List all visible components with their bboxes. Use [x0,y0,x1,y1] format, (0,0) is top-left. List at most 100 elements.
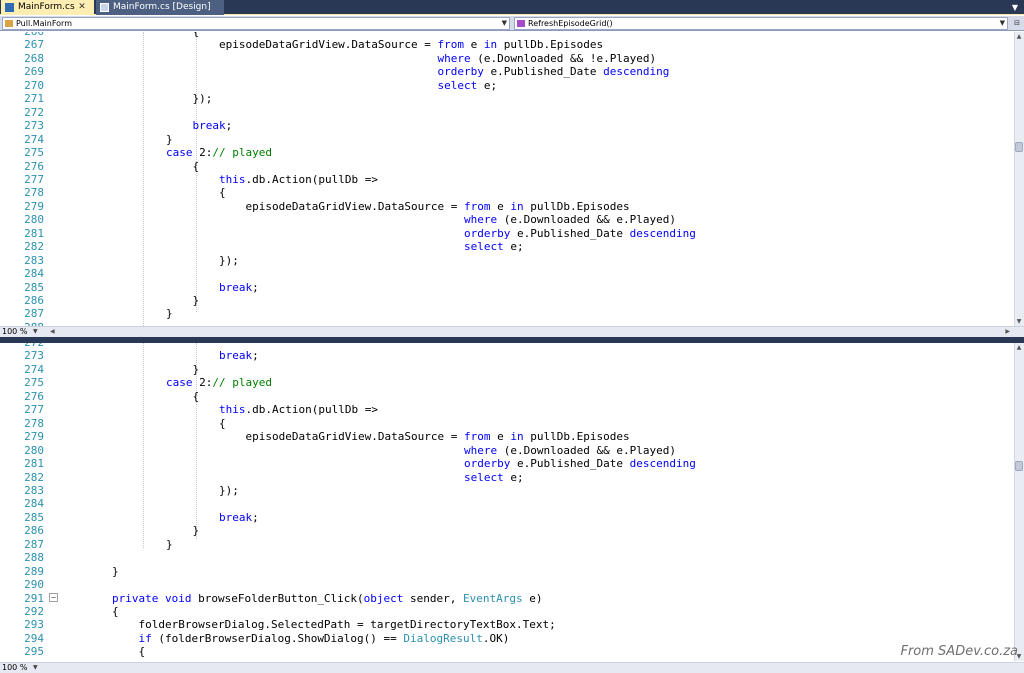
code-line[interactable]: } [166,133,173,147]
code-line[interactable]: { [166,417,226,431]
member-selector-dropdown[interactable]: RefreshEpisodeGrid() ▼ [514,17,1008,30]
code-line[interactable]: }); [166,92,212,106]
line-number: 295 [24,645,44,659]
line-number: 273 [24,349,44,363]
line-number: 282 [24,240,44,254]
tab-mainform-cs[interactable]: MainForm.cs ✕ [1,0,94,15]
collapse-region-icon[interactable]: − [49,593,58,602]
code-line[interactable]: }); [166,254,239,268]
code-line[interactable]: } [166,524,199,538]
scroll-right-icon[interactable]: ▶ [1005,327,1010,337]
code-line[interactable]: { [166,186,226,200]
line-number: 268 [24,51,44,65]
scrollbar-thumb[interactable] [1015,142,1023,152]
chevron-down-icon[interactable]: ▼ [33,663,38,673]
editor-status-bar-bottom: 100 % ▼ [0,662,1024,673]
document-tab-strip: MainForm.cs ✕ MainForm.cs [Design] ▼ [0,0,1024,15]
code-line[interactable]: case 2:// played [166,146,272,160]
line-number: 283 [24,253,44,267]
code-line[interactable]: where (e.Downloaded && !e.Played) [166,52,657,66]
vertical-scrollbar-bottom[interactable]: ▲ ▼ [1014,343,1024,661]
close-icon[interactable]: ✕ [75,0,89,14]
line-number: 282 [24,470,44,484]
code-editor-top-pane[interactable]: 266 {267 episodeDataGridView.DataSource … [0,32,1024,326]
code-line[interactable]: { [166,160,199,174]
zoom-level[interactable]: 100 % [2,663,27,673]
code-line[interactable]: } [166,538,173,552]
line-number: 276 [24,389,44,403]
code-line[interactable]: if (folderBrowserDialog.ShowDialog() == … [112,632,510,646]
code-line[interactable]: private void browseFolderButton_Click(ob… [112,592,543,606]
code-line[interactable]: break; [166,281,259,295]
code-line[interactable]: } [112,565,119,579]
line-number: 274 [24,132,44,146]
line-number: 281 [24,226,44,240]
code-line[interactable]: }); [166,484,239,498]
code-line[interactable]: where (e.Downloaded && e.Played) [166,213,676,227]
form-design-icon [100,3,109,12]
code-line[interactable]: orderby e.Published_Date descending [166,65,670,79]
code-line[interactable]: select e; [166,240,524,254]
vertical-scrollbar-top[interactable]: ▲ ▼ [1014,32,1024,326]
code-line[interactable]: this.db.Action(pullDb => [166,173,378,187]
tab-label: MainForm.cs [18,2,75,12]
code-line[interactable]: } [166,294,199,308]
line-number: 284 [24,497,44,511]
code-line[interactable]: folderBrowserDialog.SelectedPath = targe… [112,618,555,632]
scroll-up-icon[interactable]: ▲ [1014,32,1024,41]
line-number: 283 [24,483,44,497]
line-number: 284 [24,267,44,281]
scroll-up-icon[interactable]: ▲ [1014,343,1024,352]
scroll-down-icon[interactable]: ▼ [1014,317,1024,326]
line-number: 276 [24,159,44,173]
line-number: 280 [24,443,44,457]
line-number: 287 [24,537,44,551]
line-number: 291 [24,591,44,605]
editor-status-bar-top: 100 % ▼ ◀ ▶ [0,326,1024,337]
chevron-down-icon[interactable]: ▼ [33,327,38,337]
code-line[interactable]: } [166,363,199,377]
split-view-icon[interactable]: ⊟ [1012,17,1022,30]
scroll-left-icon[interactable]: ◀ [50,327,55,337]
code-line[interactable]: { [112,605,119,619]
line-number: 279 [24,430,44,444]
type-selector-dropdown[interactable]: Pull.MainForm ▼ [2,17,510,30]
class-icon [5,20,13,27]
code-line[interactable]: select e; [166,471,524,485]
code-line[interactable]: episodeDataGridView.DataSource = from e … [166,38,603,52]
code-line[interactable]: { [112,645,145,659]
code-line[interactable]: break; [166,349,259,363]
code-line[interactable]: where (e.Downloaded && e.Played) [166,444,676,458]
line-number: 279 [24,199,44,213]
code-line[interactable]: break; [166,119,233,133]
line-number: 285 [24,510,44,524]
code-line[interactable]: episodeDataGridView.DataSource = from e … [166,430,629,444]
line-number: 286 [24,524,44,538]
change-tracking-margin [47,343,51,661]
zoom-level[interactable]: 100 % [2,327,27,337]
change-tracking-margin [47,32,51,326]
line-number: 285 [24,280,44,294]
code-line[interactable]: orderby e.Published_Date descending [166,227,696,241]
line-number: 290 [24,578,44,592]
tab-list-dropdown-icon[interactable]: ▼ [1010,0,1020,15]
code-line[interactable]: case 2:// played [166,376,272,390]
indent-guide [143,343,144,548]
line-number: 281 [24,457,44,471]
code-line[interactable]: targetDirectoryTextBox.Text = folderBrow… [112,659,582,661]
code-line[interactable]: this.db.Action(pullDb => [166,403,378,417]
tab-label: MainForm.cs [Design] [113,2,211,12]
code-line[interactable]: select e; [166,79,498,93]
scrollbar-thumb[interactable] [1015,461,1023,471]
code-line[interactable]: episodeDataGridView.DataSource = from e … [166,200,629,214]
code-line[interactable]: { [166,390,199,404]
line-number: 293 [24,618,44,632]
tab-mainform-design[interactable]: MainForm.cs [Design] [96,0,224,15]
line-number: 278 [24,416,44,430]
member-selector-value: RefreshEpisodeGrid() [528,19,613,28]
line-number: 288 [24,551,44,565]
code-editor-bottom-pane[interactable]: 272273 break;274 }275case 2:// played276… [0,343,1024,661]
code-line[interactable]: break; [166,511,259,525]
code-line[interactable]: } [166,307,173,321]
code-line[interactable]: orderby e.Published_Date descending [166,457,696,471]
